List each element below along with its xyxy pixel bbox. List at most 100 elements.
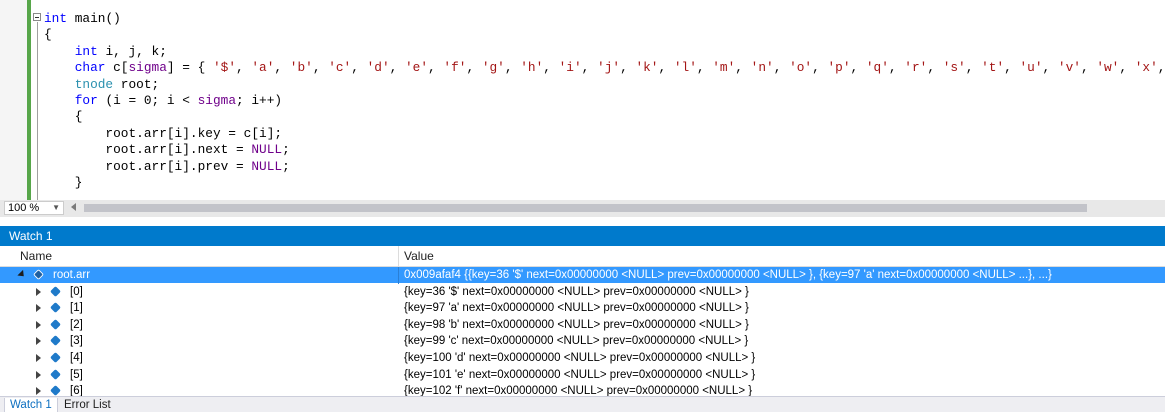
field-icon bbox=[33, 269, 44, 280]
code-line[interactable]: char c[sigma] = { '$', 'a', 'b', 'c', 'd… bbox=[44, 60, 1165, 76]
code-token: } bbox=[44, 174, 83, 190]
code-token: root.arr[i].prev = bbox=[44, 158, 252, 174]
code-line[interactable]: root.arr[i].next = NULL; bbox=[44, 142, 1165, 158]
code-token: , bbox=[1119, 60, 1135, 76]
code-token: 'b' bbox=[289, 60, 313, 76]
code-token: 'a' bbox=[251, 60, 275, 76]
expand-arrow-icon[interactable] bbox=[36, 370, 41, 379]
code-token: int bbox=[74, 43, 98, 59]
code-token: , bbox=[696, 60, 713, 76]
watch-row-value: {key=102 'f' next=0x00000000 <NULL> prev… bbox=[404, 385, 753, 396]
watch-window-title[interactable]: Watch 1 bbox=[0, 226, 1165, 246]
expand-arrow-icon[interactable] bbox=[36, 354, 41, 362]
watch-row-name: [0] bbox=[70, 285, 83, 298]
field-icon bbox=[50, 285, 61, 297]
code-token: 'e' bbox=[405, 60, 429, 76]
code-line[interactable]: { bbox=[44, 27, 1165, 43]
code-line[interactable]: root.arr[i].prev = NULL; bbox=[44, 159, 1165, 175]
watch-row[interactable]: [4] {key=100 'd' next=0x00000000 <NULL> p… bbox=[0, 350, 1165, 366]
zoom-dropdown[interactable]: 100 % ▼ bbox=[4, 201, 64, 215]
code-token: , bbox=[581, 60, 598, 76]
outline-guide bbox=[37, 22, 38, 200]
watch-row[interactable]: [6] {key=102 'f' next=0x00000000 <NULL> p… bbox=[0, 383, 1165, 396]
code-token: c[ bbox=[105, 60, 129, 76]
code-editor[interactable]: int main(){ int i, j, k; char c[sigma] =… bbox=[0, 0, 1165, 200]
code-token: root.arr[i].next = bbox=[44, 142, 252, 158]
code-token: 'h' bbox=[520, 60, 544, 76]
code-line[interactable]: root.arr[i].key = c[i]; bbox=[44, 126, 1165, 142]
code-token: 'w' bbox=[1096, 60, 1120, 76]
code-line[interactable]: } bbox=[44, 175, 1165, 191]
watch-row-value: 0x009afaf4 {{key=36 '$' next=0x00000000 … bbox=[404, 269, 1052, 281]
code-token: , bbox=[543, 60, 559, 76]
code-token: , bbox=[428, 60, 444, 76]
code-token: , bbox=[965, 60, 982, 76]
watch-row[interactable]: root.arr 0x009afaf4 {{key=36 '$' next=0x0… bbox=[0, 267, 1165, 284]
expand-arrow-icon[interactable] bbox=[36, 304, 41, 313]
code-token: , bbox=[1157, 60, 1165, 76]
watch-row[interactable]: [0] {key=36 '$' next=0x00000000 <NULL> pr… bbox=[0, 284, 1165, 300]
code-token: NULL bbox=[251, 142, 283, 158]
code-token: , bbox=[1004, 60, 1020, 76]
code-token: 'k' bbox=[635, 60, 659, 76]
code-token: 't' bbox=[981, 60, 1005, 76]
expand-arrow-icon[interactable] bbox=[36, 337, 41, 346]
code-token: , bbox=[850, 60, 866, 76]
code-token: , bbox=[927, 60, 943, 76]
code-line[interactable]: { bbox=[44, 109, 1165, 125]
zoom-value: 100 % bbox=[8, 202, 40, 214]
code-line[interactable]: tnode root; bbox=[44, 77, 1165, 93]
watch-row-value: {key=99 'c' next=0x00000000 <NULL> prev=… bbox=[404, 335, 749, 348]
tool-window-tabs: Watch 1 Error List bbox=[0, 396, 1165, 412]
code-token: 's' bbox=[942, 60, 966, 76]
code-line[interactable]: int i, j, k; bbox=[44, 44, 1165, 60]
watch-row[interactable]: [5] {key=101 'e' next=0x00000000 <NULL> p… bbox=[0, 367, 1165, 383]
collapse-icon[interactable] bbox=[33, 13, 41, 21]
code-token: 'q' bbox=[865, 60, 889, 76]
watch-row-name: [1] bbox=[70, 302, 83, 315]
code-token: , bbox=[1042, 60, 1058, 76]
tab-watch-1[interactable]: Watch 1 bbox=[4, 398, 58, 412]
watch-header: Name Value bbox=[0, 246, 1165, 267]
code-token: , bbox=[888, 60, 905, 76]
code-token: ] = { bbox=[166, 60, 213, 76]
watch-row[interactable]: [1] {key=97 'a' next=0x00000000 <NULL> pr… bbox=[0, 300, 1165, 316]
watch-row-name: [3] bbox=[70, 335, 83, 348]
scroll-left-icon[interactable] bbox=[71, 203, 76, 211]
expanded-arrow-icon[interactable] bbox=[17, 269, 27, 280]
code-token: tnode bbox=[74, 76, 114, 92]
watch-row[interactable]: [3] {key=99 'c' next=0x00000000 <NULL> pr… bbox=[0, 333, 1165, 349]
code-token: 'm' bbox=[712, 60, 736, 76]
code-line[interactable]: for (i = 0; i < sigma; i++) bbox=[44, 93, 1165, 109]
code-lines[interactable]: int main(){ int i, j, k; char c[sigma] =… bbox=[44, 11, 1165, 191]
chevron-down-icon: ▼ bbox=[52, 203, 60, 212]
code-token: , bbox=[504, 60, 521, 76]
code-token: , bbox=[812, 60, 828, 76]
code-token: , bbox=[773, 60, 790, 76]
code-token: 'g' bbox=[481, 60, 505, 76]
code-token: 'j' bbox=[597, 60, 621, 76]
code-token: 'c' bbox=[328, 60, 352, 76]
watch-window: Name Value root.arr 0x009afaf4 {{key=36 '… bbox=[0, 246, 1165, 396]
column-divider[interactable] bbox=[398, 246, 399, 266]
code-token: 'r' bbox=[904, 60, 928, 76]
field-icon bbox=[50, 335, 61, 347]
code-line[interactable]: int main() bbox=[44, 11, 1165, 27]
code-token: char bbox=[74, 60, 106, 76]
editor-status-bar: 100 % ▼ bbox=[0, 200, 1165, 217]
column-header-name[interactable]: Name bbox=[20, 246, 52, 266]
horizontal-scrollbar-thumb[interactable] bbox=[84, 204, 1087, 212]
field-icon bbox=[50, 318, 61, 330]
expand-arrow-icon[interactable] bbox=[36, 287, 41, 296]
expand-arrow-icon[interactable] bbox=[36, 320, 41, 329]
watch-row[interactable]: [2] {key=98 'b' next=0x00000000 <NULL> pr… bbox=[0, 317, 1165, 333]
watch-row-name: [4] bbox=[70, 352, 83, 364]
column-header-value[interactable]: Value bbox=[404, 246, 434, 266]
code-token: (i = 0; i < bbox=[97, 92, 198, 108]
tab-error-list[interactable]: Error List bbox=[59, 398, 116, 412]
code-token: NULL bbox=[251, 158, 283, 174]
field-icon bbox=[50, 302, 61, 314]
expand-arrow-icon[interactable] bbox=[36, 387, 41, 396]
